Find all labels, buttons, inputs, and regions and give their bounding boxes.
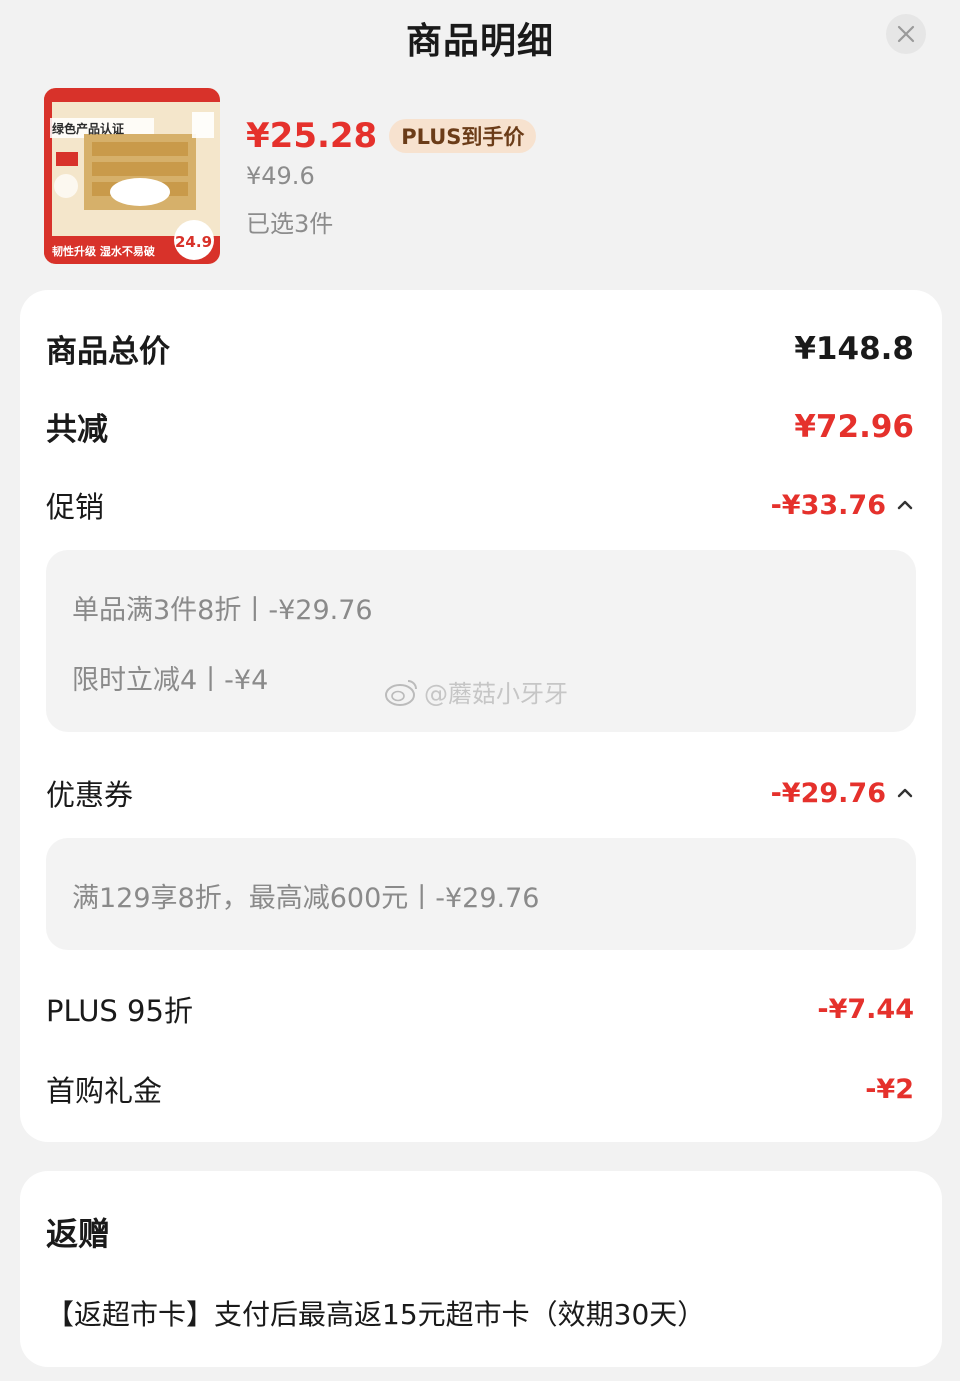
chevron-up-icon[interactable] (896, 787, 914, 799)
coupon-label: 优惠券 (46, 778, 134, 812)
watermark: @蘑菇小牙牙 (384, 674, 568, 709)
promo-value: -¥33.76 (770, 489, 886, 521)
chevron-up-icon[interactable] (896, 499, 914, 511)
page-title: 商品明细 (405, 21, 554, 62)
watermark-text: @蘑菇小牙牙 (424, 680, 568, 708)
first-buy-row: 首购礼金 -¥2 (46, 1068, 914, 1110)
coupon-item: 满129享8折，最高减600元丨-¥29.76 (72, 883, 540, 914)
coupon-row[interactable]: 优惠券 -¥29.76 (46, 772, 914, 814)
first-buy-value: -¥2 (865, 1073, 914, 1105)
coupon-value: -¥29.76 (770, 777, 886, 809)
weibo-icon (385, 679, 417, 706)
coupon-detail-box: 满129享8折，最高减600元丨-¥29.76 (46, 838, 916, 950)
header: 商品明细 (0, 0, 960, 70)
promo-value-wrap: -¥33.76 (771, 490, 914, 521)
promo-label: 促销 (46, 490, 105, 524)
product-promo-text: 韧性升级 湿水不易破 (52, 245, 155, 258)
plus-price-badge: PLUS到手价 (389, 119, 537, 153)
reduce-value: ¥72.96 (794, 408, 914, 445)
original-price: ¥49.6 (246, 162, 315, 190)
total-row: 商品总价 ¥148.8 (46, 326, 914, 371)
product-summary: 绿色产品认证 韧性升级 湿水不易破 24.9 ¥25.28 PLUS到手价 ¥4… (44, 88, 924, 268)
promo-item: 限时立减4丨-¥4 (72, 665, 269, 696)
selected-count: 已选3件 (246, 210, 334, 238)
close-icon (897, 25, 915, 43)
plus-discount-row: PLUS 95折 -¥7.44 (46, 988, 914, 1030)
product-tag-price: 24.9 (175, 233, 213, 251)
total-value: ¥148.8 (794, 330, 914, 367)
plus-discount-label: PLUS 95折 (46, 994, 193, 1028)
reduce-row: 共减 ¥72.96 (46, 404, 914, 449)
product-image[interactable]: 绿色产品认证 韧性升级 湿水不易破 24.9 (44, 88, 220, 264)
rebate-text: 【返超市卡】支付后最高返15元超市卡（效期30天） (46, 1298, 706, 1331)
coupon-value-wrap: -¥29.76 (771, 778, 914, 809)
rebate-title: 返赠 (46, 1215, 111, 1253)
promo-item: 单品满3件8折丨-¥29.76 (72, 595, 373, 626)
price-breakdown-card: 商品总价 ¥148.8 共减 ¥72.96 促销 -¥33.76 单品满3件8折… (20, 290, 942, 1142)
reduce-label: 共减 (46, 412, 108, 448)
price-line: ¥25.28 PLUS到手价 (246, 114, 537, 158)
deal-price: ¥25.28 (246, 116, 378, 156)
first-buy-label: 首购礼金 (46, 1074, 163, 1108)
total-label: 商品总价 (46, 334, 170, 370)
promo-row[interactable]: 促销 -¥33.76 (46, 484, 914, 526)
rebate-card: 返赠 【返超市卡】支付后最高返15元超市卡（效期30天） (20, 1171, 942, 1367)
close-button[interactable] (886, 14, 926, 54)
plus-discount-value: -¥7.44 (817, 993, 914, 1025)
product-cert-text: 绿色产品认证 (52, 122, 125, 136)
